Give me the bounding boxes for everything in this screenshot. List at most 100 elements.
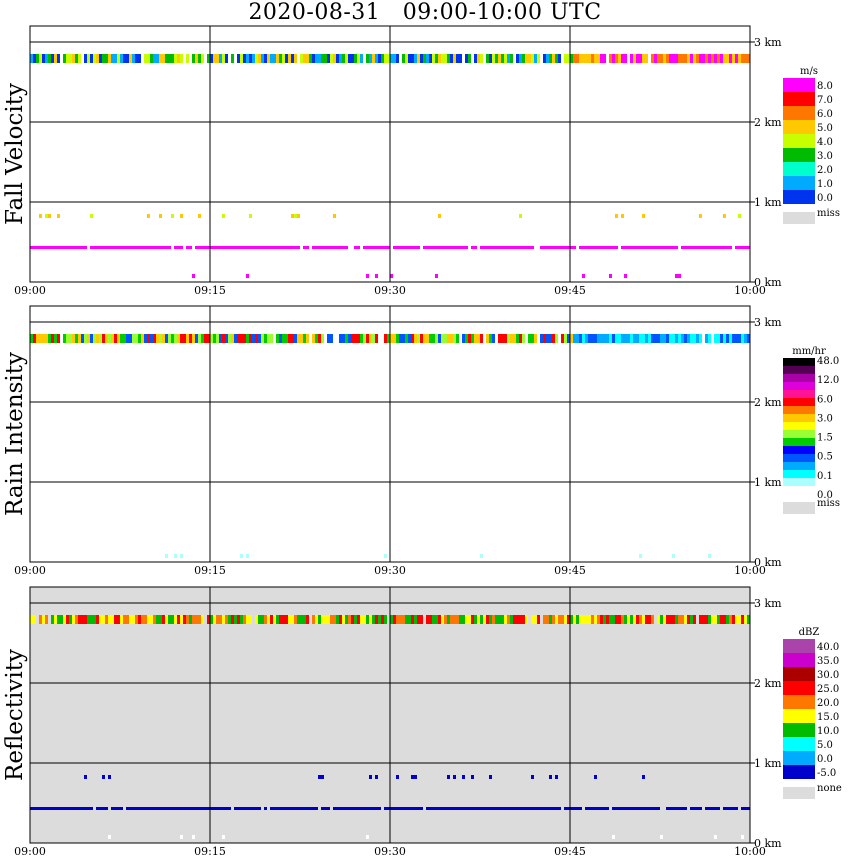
panel-3-data-cell — [93, 621, 96, 624]
panel-3-data-cell — [267, 615, 270, 618]
panel-2-data-cell — [447, 337, 450, 340]
panel-3-data-cell — [411, 618, 414, 621]
panel-1-data-cell — [348, 60, 351, 63]
panel-1-data-cell — [384, 57, 387, 60]
panel-3-data-cell — [138, 618, 141, 621]
panel-3-data-cell — [105, 807, 108, 810]
panel-3-data-cell — [246, 621, 249, 624]
panel-1-data-cell — [534, 57, 537, 60]
panel-3-data-cell — [729, 615, 732, 618]
panel-2-data-cell — [231, 340, 234, 343]
panel-1-data-cell — [663, 246, 666, 249]
panel-3-data-cell — [132, 621, 135, 624]
panel-3-data-cell — [384, 621, 387, 624]
panel-1-data-cell — [351, 57, 354, 60]
panel-1-data-cell — [117, 54, 120, 57]
panel-1-data-cell — [381, 246, 384, 249]
panel-2-data-cell — [600, 334, 603, 337]
panel-1-data-cell — [189, 246, 192, 249]
panel-1-data-cell — [318, 246, 321, 249]
panel-1-data-cell — [366, 274, 369, 278]
panel-3-data-cell — [117, 807, 120, 810]
panel-1-data-cell — [213, 246, 216, 249]
panel-1-data-cell — [666, 246, 669, 249]
panel-2-data-cell — [669, 340, 672, 343]
panel-3-data-cell — [369, 775, 372, 779]
panel-3-data-cell — [651, 618, 654, 621]
panel-2-data-cell — [72, 334, 75, 337]
panel-3-data-cell — [549, 618, 552, 621]
panel-2-data-cell — [717, 337, 720, 340]
panel-3-data-cell — [429, 807, 432, 810]
panel-1-data-cell — [159, 214, 162, 218]
panel-1-data-cell — [726, 246, 729, 249]
panel-3-data-cell — [66, 621, 69, 624]
panel-1-data-cell — [546, 246, 549, 249]
panel-1-data-cell — [57, 214, 60, 218]
panel-2-data-cell — [147, 340, 150, 343]
panel-1-data-cell — [231, 60, 234, 63]
panel-1-data-cell — [264, 60, 267, 63]
panel-2-data-cell — [162, 340, 165, 343]
panel-3-data-cell — [579, 621, 582, 624]
panel-3-data-cell — [174, 621, 177, 624]
panel-1-data-cell — [114, 60, 117, 63]
panel-2-data-cell — [657, 340, 660, 343]
panel-3-data-cell — [507, 621, 510, 624]
panel-3-data-cell — [363, 807, 366, 810]
panel-3-data-cell — [123, 615, 126, 618]
panel-3-data-cell — [486, 618, 489, 621]
panel-2-data-cell — [240, 334, 243, 337]
panel-1-data-cell — [402, 246, 405, 249]
panel-1-data-cell — [255, 54, 258, 57]
panel-3-data-cell — [312, 615, 315, 618]
panel-3-data-cell — [429, 621, 432, 624]
panel-3-data-cell — [249, 621, 252, 624]
panel-1-data-cell — [429, 57, 432, 60]
panel-1-data-cell — [141, 246, 144, 249]
panel-1-data-cell — [48, 214, 51, 218]
panel-2-data-cell — [645, 340, 648, 343]
panel-1-data-cell — [213, 54, 216, 57]
panel-1-data-cell — [657, 57, 660, 60]
panel-2-data-cell — [432, 340, 435, 343]
panel-3-data-cell — [126, 807, 129, 810]
panel-1-data-cell — [618, 54, 621, 57]
panel-2-data-cell — [714, 337, 717, 340]
panel-3-data-cell — [396, 807, 399, 810]
panel-1-data-cell — [636, 246, 639, 249]
panel-3-data-cell — [414, 621, 417, 624]
panel-3-data-cell — [618, 618, 621, 621]
panel-2-data-cell — [726, 337, 729, 340]
panel-1-data-cell — [288, 246, 291, 249]
panel-3-data-cell — [744, 807, 747, 810]
panel-3-data-cell — [216, 615, 219, 618]
panel-1-data-cell — [522, 60, 525, 63]
panel-3-data-cell — [690, 615, 693, 618]
panel-1-data-cell — [498, 54, 501, 57]
panel-1-data-cell — [48, 57, 51, 60]
panel-2-data-cell — [492, 337, 495, 340]
panel-3-data-cell — [615, 615, 618, 618]
panel-3-data-cell — [372, 615, 375, 618]
panel-3-data-cell — [699, 618, 702, 621]
panel-3-data-cell — [303, 807, 306, 810]
panel-2-data-cell — [195, 340, 198, 343]
panel-2-data-cell — [150, 334, 153, 337]
panel-1-data-cell — [699, 54, 702, 57]
panel-2-data-cell — [165, 334, 168, 337]
panel-3-data-cell — [468, 807, 471, 810]
panel-1-data-cell — [135, 246, 138, 249]
panel-1-data-cell — [480, 54, 483, 57]
panel-3-data-cell — [492, 621, 495, 624]
panel-1-data-cell — [549, 246, 552, 249]
panel-3-data-cell — [534, 615, 537, 618]
panel-2-data-cell — [93, 334, 96, 337]
panel-3-data-cell — [75, 807, 78, 810]
panel-2-data-cell — [348, 337, 351, 340]
panel-3-data-cell — [453, 615, 456, 618]
panel-1-data-cell — [237, 246, 240, 249]
panel-2-data-cell — [189, 337, 192, 340]
panel-3-data-cell — [714, 835, 717, 839]
panel-1-data-cell — [729, 60, 732, 63]
